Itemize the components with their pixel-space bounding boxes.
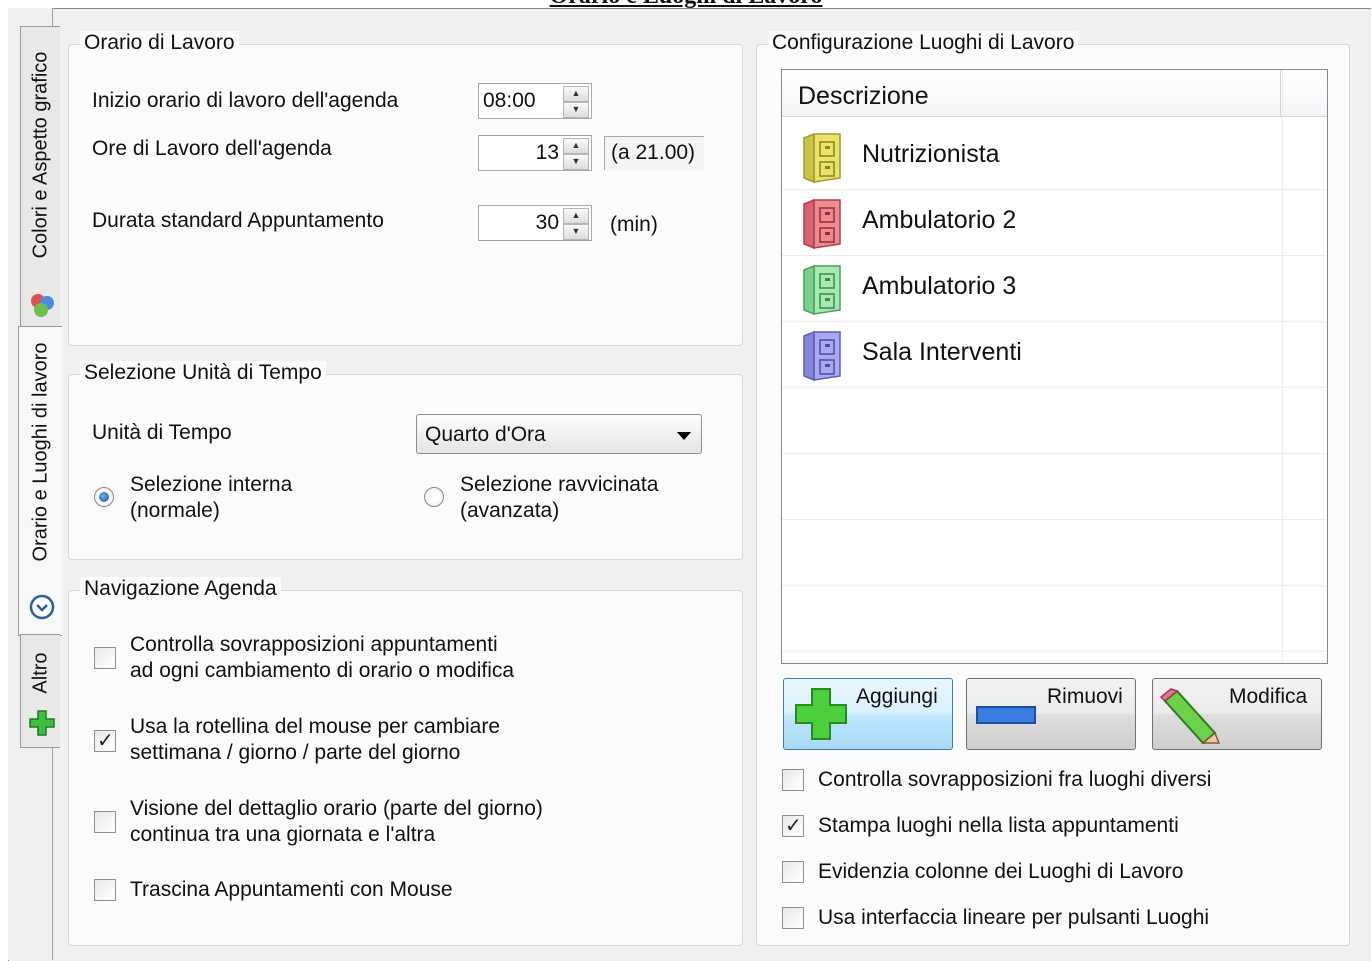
list-item-name: Nutrizionista [862,140,1000,168]
column-header-descrizione[interactable]: Descrizione [798,82,929,111]
blue-minus-icon [976,706,1036,724]
spin-up-icon[interactable]: ▲ [563,86,589,102]
remove-button[interactable]: Rimuovi [966,678,1136,750]
nav-item3-line1[interactable]: Visione del dettaglio orario (parte del … [130,797,543,821]
list-item[interactable]: Sala Interventi [782,322,1326,388]
option1-label[interactable]: Controlla sovrapposizioni fra luoghi div… [818,768,1211,792]
list-item-name: Ambulatorio 2 [862,206,1017,234]
durata-spin-buttons[interactable]: ▲ ▼ [563,208,589,240]
green-plus-icon [795,688,847,740]
file-cabinet-icon [803,264,841,316]
option2-label[interactable]: Stampa luoghi nella lista appuntamenti [818,814,1179,838]
option4-label[interactable]: Usa interfaccia lineare per pulsanti Luo… [818,906,1209,930]
clock-icon [29,594,55,620]
list-empty-row [782,388,1326,454]
inizio-value: 08:00 [483,89,536,112]
ore-spin-buttons[interactable]: ▲ ▼ [563,138,589,170]
color-balls-icon [31,294,54,317]
ore-end-readonly: (a 21.00) [604,136,704,170]
list-item[interactable]: Ambulatorio 2 [782,190,1326,256]
checkbox-dettaglio-orario[interactable] [94,811,116,833]
checkbox-interfaccia-lineare[interactable] [782,907,804,929]
radio-interna-line2[interactable]: (normale) [130,499,220,523]
column-divider [1280,70,1281,116]
list-item[interactable]: Nutrizionista [782,124,1326,190]
checkbox-rotellina[interactable] [94,728,116,752]
spin-down-icon[interactable]: ▼ [563,102,589,118]
durata-spinner[interactable]: 30 ▲ ▼ [478,205,592,241]
luoghi-listview[interactable]: Descrizione Nutrizionista Ambulatorio 2 [781,69,1328,664]
nav-item1-line2[interactable]: ad ogni cambiamento di orario o modifica [130,659,514,683]
group-unita-legend: Selezione Unità di Tempo [80,361,326,385]
nav-item3-line2[interactable]: continua tra una giornata e l'altra [130,823,435,847]
group-luoghi-legend: Configurazione Luoghi di Lavoro [768,31,1079,55]
radio-ravvicinata-line1[interactable]: Selezione ravvicinata [460,473,658,497]
checkbox-sovrapposizioni[interactable] [94,647,116,669]
tab-orario-label: Orario e Luoghi di lavoro [29,342,51,562]
option3-label[interactable]: Evidenzia colonne dei Luoghi di Lavoro [818,860,1183,884]
nav-item2-line2[interactable]: settimana / giorno / parte del giorno [130,741,460,765]
edit-button-label: Modifica [1229,685,1308,708]
inizio-time-spinner[interactable]: 08:00 ▲ ▼ [478,83,592,119]
checkbox-trascina[interactable] [94,879,116,901]
radio-selezione-ravvicinata[interactable] [424,487,444,507]
nav-item4-label[interactable]: Trascina Appuntamenti con Mouse [130,878,453,902]
file-cabinet-icon [803,330,841,382]
durata-value: 30 [535,211,559,234]
nav-item1-line1[interactable]: Controlla sovrapposizioni appuntamenti [130,633,498,657]
tab-altro[interactable]: Altro [20,634,60,748]
list-empty-row [782,586,1326,652]
tab-altro-label: Altro [29,652,51,694]
spin-up-icon[interactable]: ▲ [563,138,589,154]
unita-selected: Quarto d'Ora [425,423,546,446]
radio-interna-line1[interactable]: Selezione interna [130,473,292,497]
group-navigazione-legend: Navigazione Agenda [80,577,281,601]
nav-item2-line1[interactable]: Usa la rotellina del mouse per cambiare [130,715,500,739]
list-item[interactable]: Ambulatorio 3 [782,256,1326,322]
spin-down-icon[interactable]: ▼ [563,154,589,170]
tab-colori-label: Colori e Aspetto grafico [29,51,51,259]
green-plus-icon [29,710,55,736]
spin-down-icon[interactable]: ▼ [563,224,589,240]
unita-label: Unità di Tempo [92,421,232,444]
chevron-down-icon [677,432,691,440]
file-cabinet-icon [803,132,841,184]
list-item-name: Ambulatorio 3 [862,272,1017,300]
edit-button[interactable]: Modifica [1152,678,1322,750]
list-empty-row [782,454,1326,520]
durata-label: Durata standard Appuntamento [92,209,384,232]
radio-selezione-interna[interactable] [94,487,114,507]
vertical-tab-strip: Colori e Aspetto grafico Orario e Luoghi… [8,8,62,960]
add-button[interactable]: Aggiungi [783,678,953,750]
tab-orario-luoghi[interactable]: Orario e Luoghi di lavoro [18,326,62,636]
list-column-header[interactable]: Descrizione [782,70,1327,117]
inizio-label: Inizio orario di lavoro dell'agenda [92,89,399,112]
spin-up-icon[interactable]: ▲ [563,208,589,224]
file-cabinet-icon [803,198,841,250]
checkbox-stampa-luoghi[interactable] [782,813,804,837]
pencil-icon [1159,688,1221,745]
checkbox-evidenzia-colonne[interactable] [782,861,804,883]
tab-colori[interactable]: Colori e Aspetto grafico [20,26,60,328]
checkbox-sovrapposizioni-luoghi[interactable] [782,769,804,791]
unita-combobox[interactable]: Quarto d'Ora [416,414,702,454]
ore-value: 13 [535,141,559,164]
remove-button-label: Rimuovi [1047,685,1123,708]
list-item-name: Sala Interventi [862,338,1022,366]
inizio-spin-buttons[interactable]: ▲ ▼ [563,86,589,118]
add-button-label: Aggiungi [856,685,938,708]
group-unita-tempo [68,374,743,560]
group-orario-legend: Orario di Lavoro [80,31,239,55]
ore-label: Ore di Lavoro dell'agenda [92,137,332,160]
ore-spinner[interactable]: 13 ▲ ▼ [478,135,592,171]
radio-ravvicinata-line2[interactable]: (avanzata) [460,499,559,523]
list-empty-row [782,520,1326,586]
durata-unit: (min) [610,213,658,236]
